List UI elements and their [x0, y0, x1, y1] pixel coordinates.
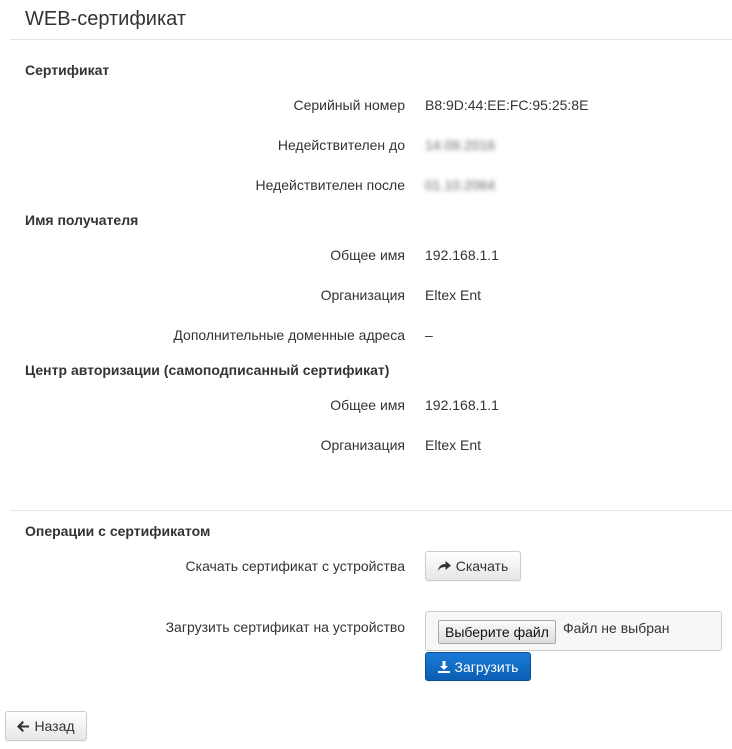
file-status-text: Файл не выбран: [563, 620, 670, 636]
file-picker: Выберите файл Файл не выбран: [425, 611, 722, 651]
operations-divider: [10, 510, 732, 511]
valid-from-label: Недействителен до: [277, 137, 405, 153]
serial-number-label: Серийный номер: [293, 97, 405, 113]
issuer-org-value: Eltex Ent: [425, 437, 482, 453]
upload-button[interactable]: Загрузить: [425, 652, 531, 681]
subject-cn-label: Общее имя: [330, 247, 405, 263]
subject-san-label: Дополнительные доменные адреса: [173, 327, 405, 343]
valid-to-value: 01.10.2064: [425, 177, 496, 193]
back-button[interactable]: Назад: [5, 711, 87, 741]
section-issuer-heading: Центр авторизации (самоподписанный серти…: [25, 362, 390, 378]
download-button-label: Скачать: [455, 558, 509, 574]
section-operations-heading: Операции с сертификатом: [25, 523, 211, 539]
arrow-left-icon: [17, 720, 30, 732]
upload-cert-label: Загрузить сертификат на устройство: [165, 619, 405, 635]
issuer-cn-value: 192.168.1.1: [425, 397, 499, 413]
upload-button-label: Загрузить: [454, 658, 519, 675]
download-cert-label: Скачать сертификат с устройства: [185, 558, 405, 574]
subject-cn-value: 192.168.1.1: [425, 247, 499, 263]
choose-file-button[interactable]: Выберите файл: [438, 620, 556, 644]
download-button[interactable]: Скачать: [425, 551, 521, 581]
page-title: WEB-сертификат: [25, 8, 187, 30]
title-divider: [10, 39, 732, 40]
subject-org-value: Eltex Ent: [425, 287, 482, 303]
issuer-org-label: Организация: [320, 437, 405, 453]
subject-org-label: Организация: [320, 287, 405, 303]
section-certificate-heading: Сертификат: [25, 62, 110, 78]
serial-number-value: B8:9D:44:EE:FC:95:25:8E: [425, 97, 589, 113]
valid-from-value: 14.09.2016: [425, 137, 496, 153]
back-button-label: Назад: [34, 718, 75, 734]
subject-san-value: –: [425, 327, 433, 343]
section-subject-heading: Имя получателя: [25, 212, 139, 228]
issuer-cn-label: Общее имя: [330, 397, 405, 413]
share-arrow-icon: [437, 560, 451, 572]
valid-to-label: Недействителен после: [255, 177, 405, 193]
download-icon: [437, 660, 450, 673]
